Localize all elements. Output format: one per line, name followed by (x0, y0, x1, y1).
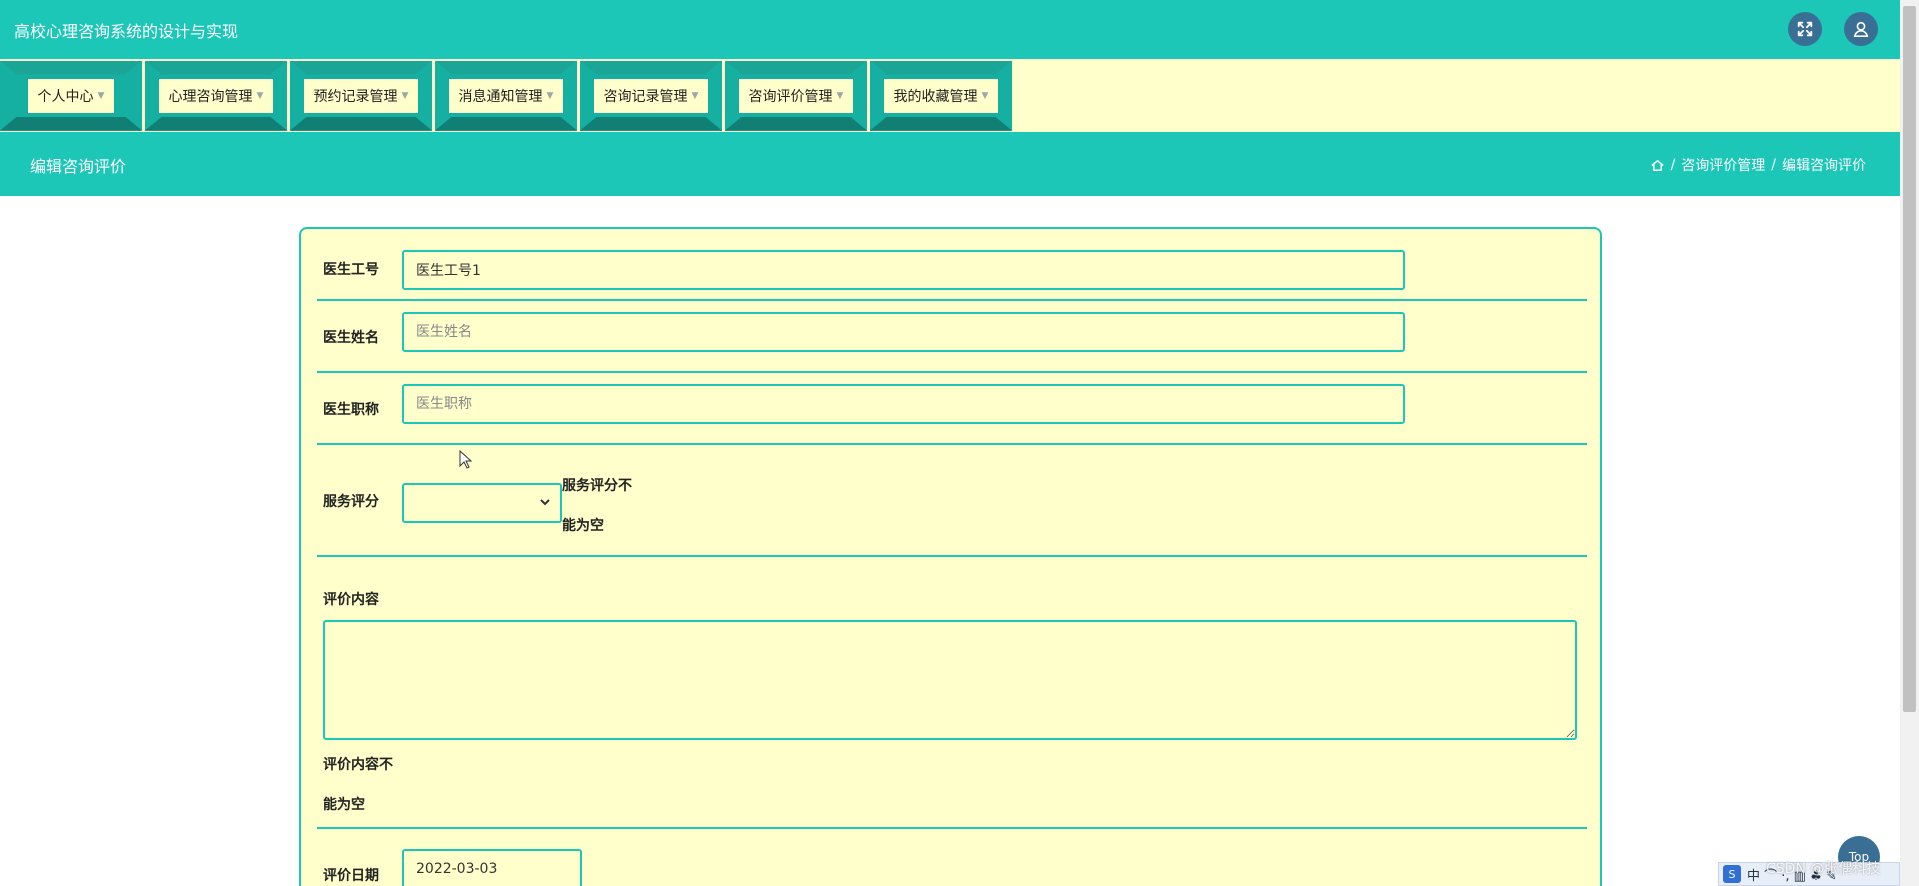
main-nav: 个人中心 ▼ 心理咨询管理 ▼ 预约记录管理 ▼ 消息通知管理 ▼ 咨询记录管理… (0, 59, 1900, 132)
form-row-doctor-title: 医生职称 (317, 373, 1587, 445)
user-icon (1853, 21, 1869, 38)
nav-item-notifications[interactable]: 消息通知管理 ▼ (435, 60, 577, 131)
fullscreen-button[interactable] (1788, 12, 1822, 46)
review-date-input[interactable] (402, 849, 582, 886)
nav-label: 心理咨询管理 (168, 88, 253, 105)
nav-label: 我的收藏管理 (893, 88, 978, 105)
caret-down-icon: ▼ (401, 90, 409, 101)
form-row-review-content: 评价内容 评价内容不 能为空 (317, 557, 1587, 829)
caret-down-icon: ▼ (256, 90, 264, 101)
sub-header: 编辑咨询评价 / 咨询评价管理 / 编辑咨询评价 (0, 132, 1900, 196)
review-content-textarea[interactable] (323, 620, 1577, 740)
nav-item-counseling[interactable]: 心理咨询管理 ▼ (145, 60, 287, 131)
breadcrumb-separator: / (1670, 157, 1676, 173)
nav-label: 咨询记录管理 (603, 88, 688, 105)
nav-item-appointments[interactable]: 预约记录管理 ▼ (290, 60, 432, 131)
review-date-label: 评价日期 (323, 868, 379, 884)
nav-item-personal-center[interactable]: 个人中心 ▼ (0, 60, 142, 131)
edit-review-form: 医生工号 医生姓名 医生职称 服务评分 服务评分不 能为空 评价内容 评价内容不 (299, 227, 1602, 886)
nav-button[interactable]: 我的收藏管理 ▼ (883, 78, 999, 113)
header-actions (1788, 12, 1878, 46)
caret-down-icon: ▼ (546, 90, 554, 101)
app-title: 高校心理咨询系统的设计与实现 (14, 21, 239, 41)
doctor-title-input[interactable] (402, 384, 1405, 424)
nav-item-favorites[interactable]: 我的收藏管理 ▼ (870, 60, 1012, 131)
doctor-id-input[interactable] (402, 250, 1405, 290)
nav-label: 消息通知管理 (458, 88, 543, 105)
nav-label: 咨询评价管理 (748, 88, 833, 105)
page-title: 编辑咨询评价 (30, 157, 127, 176)
service-rating-label: 服务评分 (323, 494, 379, 510)
mouse-cursor-icon (459, 450, 473, 469)
service-rating-select[interactable] (402, 483, 562, 523)
nav-list: 个人中心 ▼ 心理咨询管理 ▼ 预约记录管理 ▼ 消息通知管理 ▼ 咨询记录管理… (0, 59, 1900, 132)
service-rating-error: 服务评分不 (562, 478, 632, 494)
doctor-name-input[interactable] (402, 312, 1405, 352)
breadcrumb-section[interactable]: 咨询评价管理 (1681, 155, 1765, 175)
breadcrumb-current: 编辑咨询评价 (1782, 158, 1866, 174)
watermark: CSDN @张偶科技 (1766, 861, 1881, 877)
breadcrumb: / 咨询评价管理 / 编辑咨询评价 (1650, 155, 1866, 175)
home-icon[interactable] (1650, 158, 1665, 173)
form-row-doctor-name: 医生姓名 (317, 301, 1587, 373)
breadcrumb-separator: / (1771, 157, 1776, 173)
user-button[interactable] (1844, 12, 1878, 46)
nav-button[interactable]: 消息通知管理 ▼ (448, 78, 564, 113)
page-scrollbar[interactable] (1900, 0, 1919, 886)
review-content-error: 能为空 (323, 797, 365, 813)
nav-label: 预约记录管理 (313, 88, 398, 105)
caret-down-icon: ▼ (981, 90, 989, 101)
review-content-error: 评价内容不 (323, 757, 393, 773)
expand-icon (1797, 21, 1813, 37)
page: 高校心理咨询系统的设计与实现 个人中心 ▼ 心理咨询管理 ▼ 预约记录管理 ▼ … (0, 0, 1919, 886)
chevron-down-icon (540, 499, 550, 506)
nav-button[interactable]: 咨询评价管理 ▼ (738, 78, 854, 113)
ime-logo-icon: S (1723, 865, 1741, 883)
caret-down-icon: ▼ (691, 90, 699, 101)
form-row-service-rating: 服务评分 服务评分不 能为空 (317, 445, 1587, 557)
caret-down-icon: ▼ (836, 90, 844, 101)
form-row-doctor-id: 医生工号 (317, 239, 1587, 301)
doctor-title-label: 医生职称 (323, 402, 379, 418)
doctor-name-label: 医生姓名 (323, 330, 379, 346)
nav-button[interactable]: 预约记录管理 ▼ (303, 78, 419, 113)
nav-item-reviews[interactable]: 咨询评价管理 ▼ (725, 60, 867, 131)
scroll-thumb[interactable] (1903, 6, 1916, 712)
form-row-review-date: 评价日期 (317, 829, 1587, 886)
doctor-id-label: 医生工号 (323, 262, 379, 278)
nav-button[interactable]: 心理咨询管理 ▼ (158, 78, 274, 113)
top-header: 高校心理咨询系统的设计与实现 (0, 0, 1900, 59)
nav-button[interactable]: 咨询记录管理 ▼ (593, 78, 709, 113)
nav-label: 个人中心 (37, 88, 94, 105)
service-rating-error: 能为空 (562, 518, 604, 534)
review-content-label: 评价内容 (323, 592, 379, 608)
caret-down-icon: ▼ (97, 90, 105, 101)
nav-button[interactable]: 个人中心 ▼ (27, 78, 115, 113)
nav-item-records[interactable]: 咨询记录管理 ▼ (580, 60, 722, 131)
